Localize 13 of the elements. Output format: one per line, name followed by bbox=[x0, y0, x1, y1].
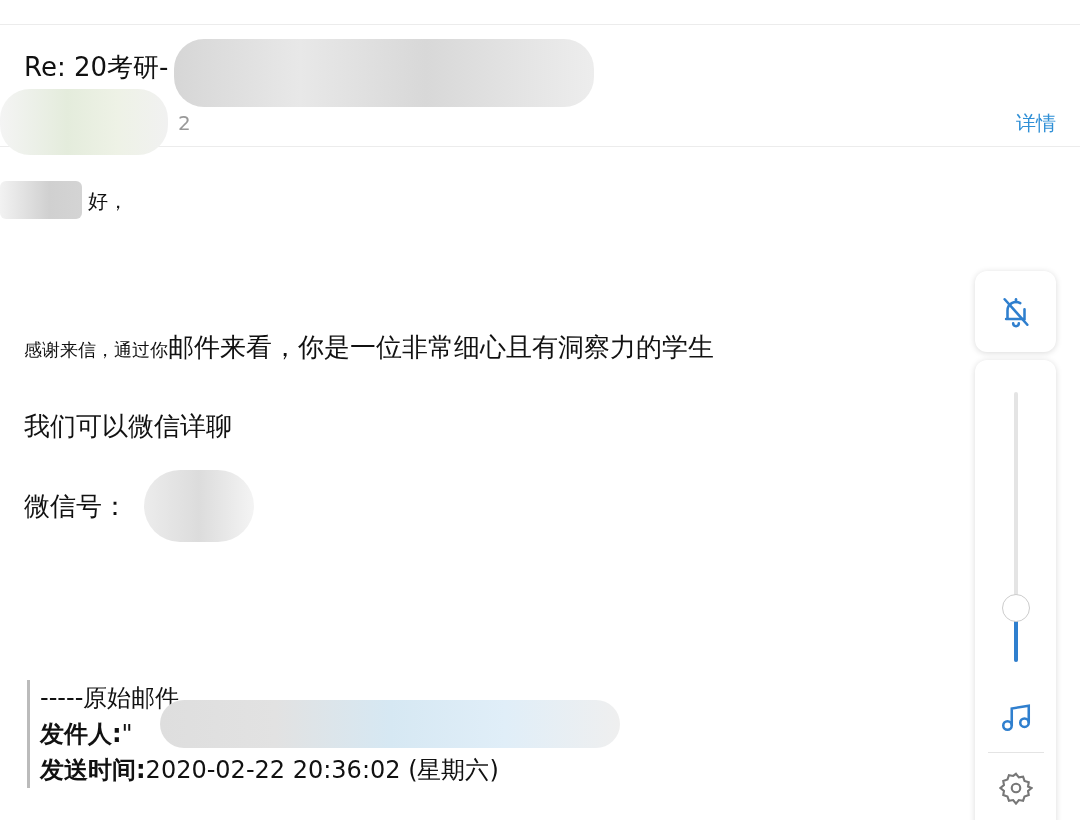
quote-text: 发送时间:2020-02-22 20:36:02 (星期六) bbox=[40, 755, 499, 786]
settings-icon[interactable] bbox=[998, 771, 1033, 805]
body-text: 感谢来信，通过你邮件来看，你是一位非常细心且有洞察力的学生 bbox=[24, 331, 715, 364]
ringer-button[interactable] bbox=[975, 271, 1056, 352]
wechat-label: 微信号： bbox=[24, 490, 128, 523]
quote-text: 发件人:" bbox=[40, 719, 133, 750]
details-link[interactable]: 详情 bbox=[1016, 109, 1056, 137]
sender-text: 2 bbox=[178, 111, 191, 135]
body-text: 我们可以微信详聊 bbox=[24, 410, 233, 443]
email-subject: Re: 20考研- bbox=[24, 50, 169, 84]
volume-slider[interactable] bbox=[1001, 392, 1030, 662]
quote-text: -----原始邮件 bbox=[40, 683, 180, 714]
greeting-text: 好， bbox=[88, 187, 128, 215]
